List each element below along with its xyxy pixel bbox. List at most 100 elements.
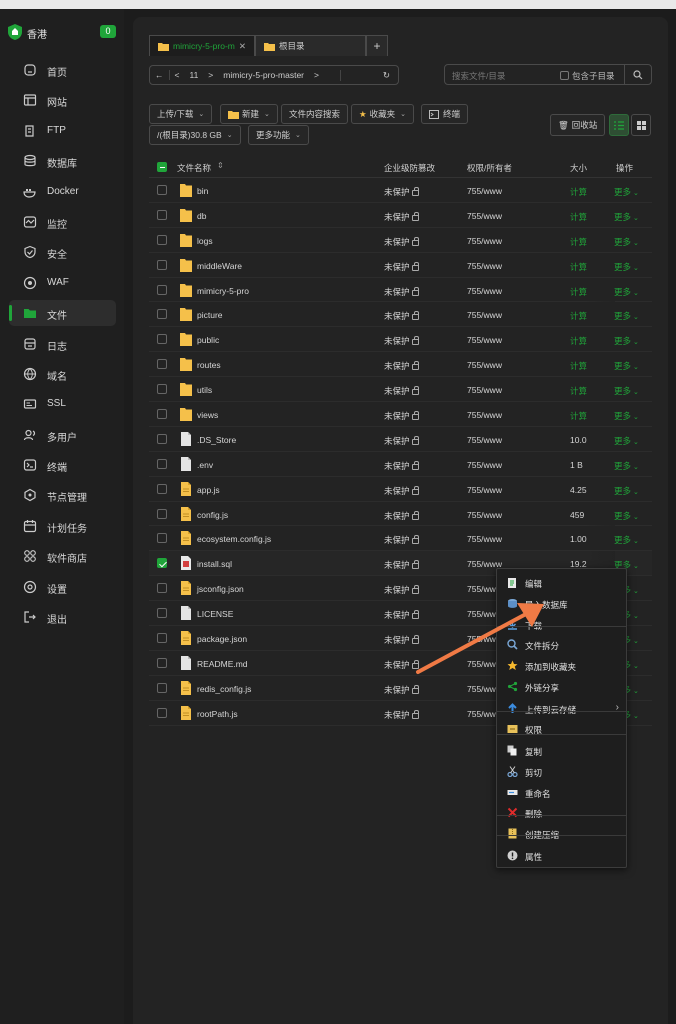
permission-owner[interactable]: 755/www [467, 410, 502, 420]
table-row[interactable]: config.js 未保护 755/www 459 更多 ⌄ [149, 501, 652, 527]
context-menu-item[interactable]: 添加到收藏夹 [497, 656, 626, 676]
table-row[interactable]: .DS_Store 未保护 755/www 10.0 更多 ⌄ [149, 426, 652, 452]
context-menu-item[interactable]: 权限 [497, 719, 626, 739]
protect-status[interactable]: 未保护 [384, 659, 419, 671]
row-checkbox[interactable] [157, 657, 167, 668]
permission-owner[interactable]: 755/www [467, 236, 502, 246]
sort-icon[interactable]: ⇕ [217, 161, 224, 170]
header-size[interactable]: 大小 [570, 162, 587, 174]
permission-owner[interactable]: 755/www [467, 211, 502, 221]
permission-owner[interactable]: 755/www [467, 534, 502, 544]
row-checkbox[interactable] [157, 384, 167, 395]
sidebar-item[interactable]: FTP [9, 118, 116, 144]
table-row[interactable]: app.js 未保护 755/www 4.25 更多 ⌄ [149, 476, 652, 502]
more-actions-link[interactable]: 更多⌄ [614, 335, 639, 347]
sidebar-item[interactable]: 文件 [9, 300, 116, 327]
sidebar-item[interactable]: 终端 [9, 452, 116, 478]
protect-status[interactable]: 未保护 [384, 310, 419, 322]
context-menu-item[interactable]: 创建压缩 [497, 824, 626, 844]
protect-status[interactable]: 未保护 [384, 559, 419, 571]
sidebar-item[interactable]: 网站 [9, 87, 116, 113]
context-menu-item[interactable]: 剪切 [497, 762, 626, 782]
row-checkbox[interactable] [157, 209, 167, 220]
row-checkbox[interactable] [157, 234, 167, 245]
permission-owner[interactable]: 755/www [467, 485, 502, 495]
more-actions-link[interactable]: 更多⌄ [614, 510, 639, 522]
file-name[interactable]: bin [197, 186, 208, 196]
context-menu-item[interactable]: 文件拆分 [497, 635, 626, 655]
permission-owner[interactable]: 755/www [467, 360, 502, 370]
table-row[interactable]: .env 未保护 755/www 1 B 更多 ⌄ [149, 451, 652, 477]
protect-status[interactable]: 未保护 [384, 634, 419, 646]
file-name[interactable]: rootPath.js [197, 709, 238, 719]
protect-status[interactable]: 未保护 [384, 584, 419, 596]
add-tab-button[interactable]: + [365, 35, 388, 56]
file-name[interactable]: .DS_Store [197, 435, 236, 445]
row-checkbox[interactable] [157, 334, 167, 345]
protect-status[interactable]: 未保护 [384, 385, 419, 397]
file-name[interactable]: middleWare [197, 261, 242, 271]
file-name[interactable]: routes [197, 360, 221, 370]
row-checkbox[interactable] [157, 633, 167, 644]
row-checkbox[interactable] [157, 359, 167, 370]
file-name[interactable]: LICENSE [197, 609, 233, 619]
protect-status[interactable]: 未保护 [384, 510, 419, 522]
more-actions-link[interactable]: 更多⌄ [614, 186, 639, 198]
row-checkbox[interactable] [157, 433, 167, 444]
sidebar-item[interactable]: 域名 [9, 361, 116, 387]
more-actions-link[interactable]: 更多⌄ [614, 385, 639, 397]
protect-status[interactable]: 未保护 [384, 360, 419, 372]
sidebar-item[interactable]: WAF [9, 270, 116, 296]
more-actions-link[interactable]: 更多⌄ [614, 236, 639, 248]
favorites-button[interactable]: ★ 收藏夹 ⌄ [351, 104, 415, 124]
sidebar-item[interactable]: 监控 [9, 209, 116, 235]
row-checkbox[interactable] [157, 608, 167, 619]
back-button[interactable]: ← [150, 70, 169, 80]
file-name[interactable]: config.js [197, 510, 228, 520]
sidebar-item[interactable]: 首页 [9, 57, 116, 83]
sidebar-item[interactable]: 设置 [9, 574, 116, 600]
context-menu-item[interactable]: 编辑 [497, 573, 626, 593]
protect-status[interactable]: 未保护 [384, 435, 419, 447]
more-actions-link[interactable]: 更多⌄ [614, 435, 639, 447]
context-menu-item[interactable]: 删除 [497, 803, 626, 823]
row-checkbox[interactable] [157, 583, 167, 594]
protect-status[interactable]: 未保护 [384, 534, 419, 546]
include-subdir-checkbox[interactable]: 包含子目录 [560, 70, 615, 82]
select-all-checkbox[interactable] [157, 162, 167, 172]
file-name[interactable]: mimicry-5-pro [197, 286, 249, 296]
file-name[interactable]: utils [197, 385, 212, 395]
file-name[interactable]: redis_config.js [197, 684, 251, 694]
row-checkbox[interactable] [157, 483, 167, 494]
file-name[interactable]: db [197, 211, 206, 221]
permission-owner[interactable]: 755/www [467, 385, 502, 395]
permission-owner[interactable]: 755/www [467, 510, 502, 520]
new-button[interactable]: 新建 ⌄ [220, 104, 278, 124]
sidebar-item[interactable]: 数据库 [9, 148, 116, 174]
more-actions-link[interactable]: 更多⌄ [614, 261, 639, 273]
header-name[interactable]: 文件名称 [177, 162, 211, 174]
tab-current-folder[interactable]: mimicry-5-pro-m ✕ [149, 35, 255, 56]
protect-status[interactable]: 未保护 [384, 485, 419, 497]
protect-status[interactable]: 未保护 [384, 335, 419, 347]
sidebar-item[interactable]: Docker [9, 179, 116, 205]
protect-status[interactable]: 未保护 [384, 709, 419, 721]
file-name[interactable]: app.js [197, 485, 220, 495]
context-menu-item[interactable]: 导入数据库 [497, 594, 626, 614]
row-checkbox[interactable] [157, 533, 167, 544]
file-name[interactable]: views [197, 410, 218, 420]
file-name[interactable]: jsconfig.json [197, 584, 244, 594]
sidebar-item[interactable]: 节点管理 [9, 482, 116, 508]
file-name[interactable]: ecosystem.config.js [197, 534, 271, 544]
refresh-icon[interactable]: ↻ [339, 69, 398, 81]
more-actions-link[interactable]: 更多⌄ [614, 360, 639, 372]
breadcrumb-folder[interactable]: mimicry-5-pro-master [218, 70, 309, 80]
notification-badge[interactable]: 0 [100, 25, 116, 38]
protect-status[interactable]: 未保护 [384, 186, 419, 198]
protect-status[interactable]: 未保护 [384, 460, 419, 472]
search-input[interactable]: 搜索文件/目录 [452, 70, 505, 82]
row-checkbox[interactable] [157, 508, 167, 519]
protect-status[interactable]: 未保护 [384, 211, 419, 223]
file-name[interactable]: picture [197, 310, 223, 320]
more-actions-link[interactable]: 更多⌄ [614, 460, 639, 472]
